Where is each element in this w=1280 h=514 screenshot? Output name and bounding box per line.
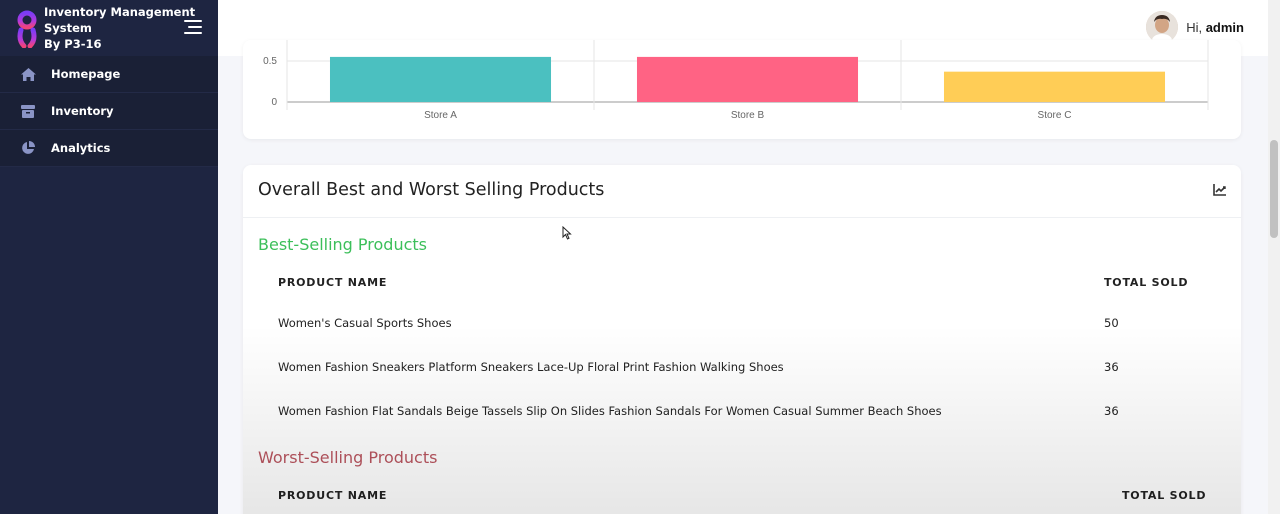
bar-store-b[interactable] [636,56,859,102]
total-sold-cell: 50 [1104,316,1119,330]
greeting-text: Hi, [1186,19,1203,35]
column-header-total-sold: TOTAL SOLD [1104,276,1189,289]
brand-name-line2: System [44,21,92,35]
best-worst-products-card: Overall Best and Worst Selling Products … [243,165,1241,514]
x-tick-label: Store C [1038,110,1072,121]
brand: Inventory Management System By P3-16 [0,0,218,56]
brand-byline: By P3-16 [44,37,102,51]
total-sold-cell: 36 [1104,404,1119,418]
brand-logo-icon [16,8,38,49]
worst-selling-title: Worst-Selling Products [258,448,438,467]
column-header-product-name: PRODUCT NAME [278,489,388,502]
y-tick-label: 0 [271,97,277,108]
inventory-icon [20,103,36,119]
sidebar-item-homepage[interactable]: Homepage [0,56,218,93]
sidebar-item-label: Analytics [51,141,111,155]
bar-store-a[interactable] [329,56,552,102]
pie-chart-icon [20,140,36,156]
sidebar-item-label: Inventory [51,104,114,118]
page-scrollbar[interactable] [1268,0,1280,514]
trend-chart-icon[interactable] [1213,183,1227,197]
y-tick-label: 0.5 [263,56,277,67]
sidebar-item-inventory[interactable]: Inventory [0,93,218,130]
product-name-cell: Women's Casual Sports Shoes [278,316,452,330]
home-icon [20,66,36,82]
mouse-cursor-icon [562,226,572,240]
avatar [1146,11,1179,43]
bar-store-c[interactable] [943,71,1166,102]
product-name-cell: Women Fashion Sneakers Platform Sneakers… [278,360,784,374]
user-menu[interactable]: Hi, admin [1146,11,1244,43]
store-bar-chart: 0 0.5 Store A Store B Store C [263,40,1209,121]
sidebar: Inventory Management System By P3-16 Hom… [0,0,218,514]
column-header-product-name: PRODUCT NAME [278,276,388,289]
card-header: Overall Best and Worst Selling Products [243,165,1241,218]
sidebar-item-analytics[interactable]: Analytics [0,130,218,167]
menu-toggle-icon[interactable] [184,20,202,34]
username: admin [1205,19,1244,35]
store-chart-card: 0 0.5 Store A Store B Store C [243,40,1241,139]
sidebar-item-label: Homepage [51,67,121,81]
card-title: Overall Best and Worst Selling Products [258,180,605,200]
x-tick-label: Store B [731,110,765,121]
product-name-cell: Women Fashion Flat Sandals Beige Tassels… [278,404,942,418]
column-header-total-sold: TOTAL SOLD [1122,489,1207,502]
x-tick-label: Store A [424,110,457,121]
brand-name-line1: Inventory Management [44,5,196,19]
overlay-shade [243,325,1241,514]
best-selling-title: Best-Selling Products [258,235,428,254]
scrollbar-thumb[interactable] [1270,140,1278,238]
total-sold-cell: 36 [1104,360,1119,374]
